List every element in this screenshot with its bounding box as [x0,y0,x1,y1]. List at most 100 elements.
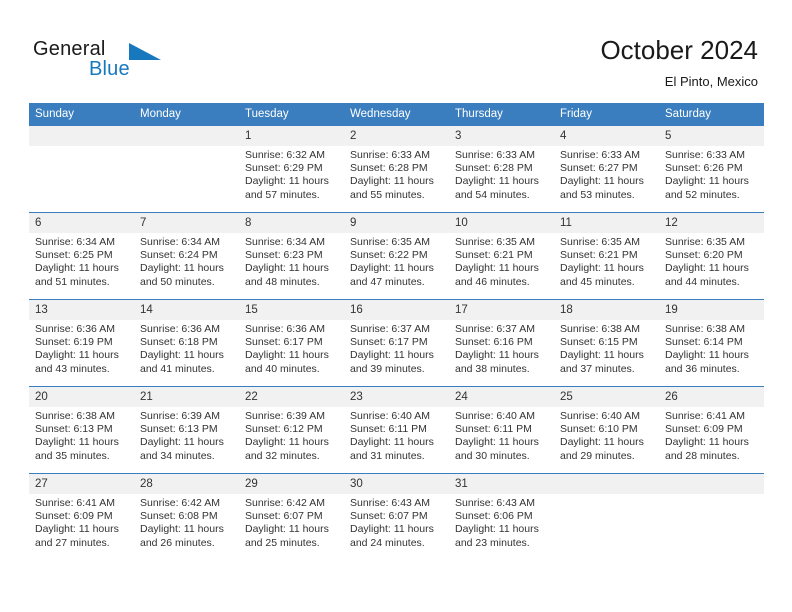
day-number[interactable]: 18 [554,300,659,320]
day-number[interactable]: 13 [29,300,134,320]
day-daylight-line2-text: and 28 minutes. [665,449,740,462]
day-number[interactable]: 27 [29,474,134,494]
day-number[interactable]: 14 [134,300,239,320]
day-daylight-line1-text: Daylight: 11 hours [455,262,539,275]
day-sunset-text: Sunset: 6:07 PM [245,510,323,523]
day-daylight-line2-text: and 50 minutes. [140,275,215,288]
day-cell[interactable]: Sunrise: 6:36 AM Sunset: 6:19 PM Daylight:… [29,320,134,386]
day-cell[interactable]: Sunrise: 6:33 AM Sunset: 6:27 PM Daylight:… [554,146,659,212]
day-cell[interactable]: Sunrise: 6:39 AM Sunset: 6:13 PM Daylight:… [134,407,239,473]
day-number[interactable]: 3 [449,126,554,146]
day-sunrise-text: Sunrise: 6:42 AM [245,497,325,509]
day-number[interactable]: 1 [239,126,344,146]
day-number[interactable]: 17 [449,300,554,320]
day-number[interactable]: 30 [344,474,449,494]
day-number[interactable]: 29 [239,474,344,494]
day-sunrise-text: Sunrise: 6:34 AM [245,236,325,248]
day-number[interactable]: 4 [554,126,659,146]
day-sunrise-text: Sunrise: 6:33 AM [560,149,640,161]
day-daylight-line2-text: and 40 minutes. [245,362,320,375]
day-cell[interactable]: Sunrise: 6:37 AM Sunset: 6:16 PM Daylight:… [449,320,554,386]
day-cell[interactable]: Sunrise: 6:43 AM Sunset: 6:07 PM Daylight:… [344,494,449,560]
day-sunrise-text: Sunrise: 6:35 AM [350,236,430,248]
day-cell[interactable]: Sunrise: 6:34 AM Sunset: 6:24 PM Daylight:… [134,233,239,299]
day-sunrise-text: Sunrise: 6:42 AM [140,497,220,509]
day-number[interactable]: 15 [239,300,344,320]
day-cell[interactable]: Sunrise: 6:37 AM Sunset: 6:17 PM Daylight:… [344,320,449,386]
day-daylight-line2-text: and 27 minutes. [35,536,110,549]
weekday-header-saturday: Saturday [659,103,764,126]
day-cell[interactable]: Sunrise: 6:38 AM Sunset: 6:15 PM Daylight:… [554,320,659,386]
day-sunset-text: Sunset: 6:17 PM [350,336,428,349]
day-daylight-line2-text: and 51 minutes. [35,275,110,288]
day-cell[interactable]: Sunrise: 6:42 AM Sunset: 6:07 PM Daylight:… [239,494,344,560]
day-cell[interactable]: Sunrise: 6:33 AM Sunset: 6:28 PM Daylight:… [449,146,554,212]
day-number[interactable]: 25 [554,387,659,407]
day-number[interactable]: 16 [344,300,449,320]
day-cell[interactable]: Sunrise: 6:35 AM Sunset: 6:21 PM Daylight:… [554,233,659,299]
day-cell[interactable]: Sunrise: 6:35 AM Sunset: 6:20 PM Daylight:… [659,233,764,299]
day-cell[interactable]: Sunrise: 6:35 AM Sunset: 6:22 PM Daylight:… [344,233,449,299]
day-number[interactable]: 31 [449,474,554,494]
day-sunrise-text: Sunrise: 6:38 AM [35,410,115,422]
day-daylight-line1-text: Daylight: 11 hours [350,523,434,536]
day-daylight-line1-text: Daylight: 11 hours [455,523,539,536]
day-cell[interactable]: Sunrise: 6:39 AM Sunset: 6:12 PM Daylight:… [239,407,344,473]
day-cell[interactable]: Sunrise: 6:34 AM Sunset: 6:23 PM Daylight:… [239,233,344,299]
day-sunset-text: Sunset: 6:11 PM [350,423,427,436]
day-daylight-line2-text: and 48 minutes. [245,275,320,288]
day-number[interactable]: 21 [134,387,239,407]
day-cell[interactable]: Sunrise: 6:33 AM Sunset: 6:26 PM Daylight:… [659,146,764,212]
day-sunrise-text: Sunrise: 6:40 AM [560,410,640,422]
day-daylight-line1-text: Daylight: 11 hours [350,175,434,188]
day-cell[interactable]: Sunrise: 6:42 AM Sunset: 6:08 PM Daylight:… [134,494,239,560]
day-cell[interactable]: Sunrise: 6:43 AM Sunset: 6:06 PM Daylight:… [449,494,554,560]
day-number[interactable]: 19 [659,300,764,320]
day-cell[interactable]: Sunrise: 6:40 AM Sunset: 6:11 PM Daylight:… [344,407,449,473]
day-daylight-line1-text: Daylight: 11 hours [350,262,434,275]
day-daylight-line2-text: and 52 minutes. [665,188,740,201]
day-daylight-line1-text: Daylight: 11 hours [350,436,434,449]
day-cell[interactable]: Sunrise: 6:34 AM Sunset: 6:25 PM Daylight:… [29,233,134,299]
day-daylight-line1-text: Daylight: 11 hours [35,349,119,362]
day-number[interactable]: 20 [29,387,134,407]
day-daylight-line2-text: and 39 minutes. [350,362,425,375]
day-number[interactable]: 11 [554,213,659,233]
day-sunset-text: Sunset: 6:07 PM [350,510,428,523]
day-number[interactable]: 10 [449,213,554,233]
logo-text-blue: Blue [89,58,130,80]
day-number[interactable]: 12 [659,213,764,233]
day-cell[interactable]: Sunrise: 6:38 AM Sunset: 6:14 PM Daylight:… [659,320,764,386]
day-number[interactable]: 23 [344,387,449,407]
day-number[interactable]: 28 [134,474,239,494]
day-number[interactable]: 2 [344,126,449,146]
day-daylight-line2-text: and 43 minutes. [35,362,110,375]
day-sunset-text: Sunset: 6:16 PM [455,336,533,349]
day-cell[interactable]: Sunrise: 6:38 AM Sunset: 6:13 PM Daylight:… [29,407,134,473]
day-sunset-text: Sunset: 6:29 PM [245,162,323,175]
day-cell[interactable]: Sunrise: 6:41 AM Sunset: 6:09 PM Daylight:… [29,494,134,560]
day-number[interactable]: 24 [449,387,554,407]
day-number[interactable]: 9 [344,213,449,233]
day-cell[interactable]: Sunrise: 6:36 AM Sunset: 6:17 PM Daylight:… [239,320,344,386]
day-daylight-line2-text: and 31 minutes. [350,449,425,462]
day-number[interactable]: 5 [659,126,764,146]
day-cell[interactable]: Sunrise: 6:33 AM Sunset: 6:28 PM Daylight:… [344,146,449,212]
day-number[interactable]: 8 [239,213,344,233]
day-number[interactable]: 26 [659,387,764,407]
day-cell[interactable]: Sunrise: 6:35 AM Sunset: 6:21 PM Daylight:… [449,233,554,299]
day-cell[interactable]: Sunrise: 6:40 AM Sunset: 6:11 PM Daylight:… [449,407,554,473]
day-number[interactable]: 22 [239,387,344,407]
day-daylight-line1-text: Daylight: 11 hours [560,262,644,275]
day-cell[interactable]: Sunrise: 6:36 AM Sunset: 6:18 PM Daylight:… [134,320,239,386]
day-cell[interactable]: Sunrise: 6:32 AM Sunset: 6:29 PM Daylight:… [239,146,344,212]
day-sunset-text: Sunset: 6:12 PM [245,423,323,436]
day-daylight-line2-text: and 45 minutes. [560,275,635,288]
day-number[interactable]: 6 [29,213,134,233]
day-cell[interactable]: Sunrise: 6:41 AM Sunset: 6:09 PM Daylight:… [659,407,764,473]
day-cell[interactable]: Sunrise: 6:40 AM Sunset: 6:10 PM Daylight:… [554,407,659,473]
week-daynumber-row: 20 21 22 23 24 25 26 [29,387,764,407]
day-sunset-text: Sunset: 6:09 PM [35,510,113,523]
day-number[interactable]: 7 [134,213,239,233]
day-sunrise-text: Sunrise: 6:40 AM [350,410,430,422]
